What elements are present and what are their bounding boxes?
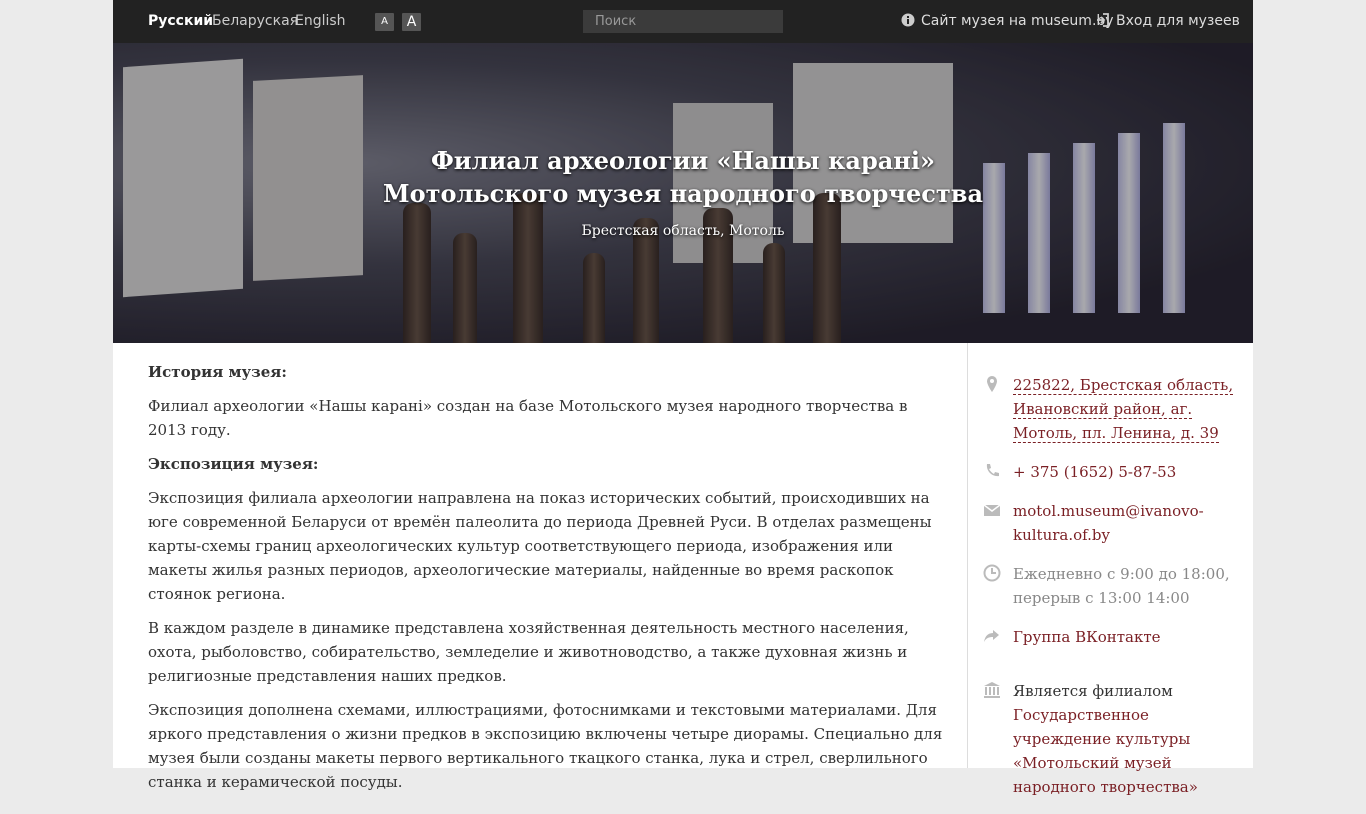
lang-russian[interactable]: Русский <box>148 13 213 29</box>
exposition-heading: Экспозиция музея: <box>148 455 319 473</box>
bank-icon <box>984 682 1000 698</box>
page: Русский Беларуская English A A Сайт музе… <box>113 0 1253 796</box>
sidebar-divider <box>967 343 968 768</box>
info-icon <box>901 13 915 27</box>
branch-label: Является филиалом <box>1013 682 1173 700</box>
museum-description: История музея: Филиал археологии «Нашы к… <box>148 360 948 804</box>
museum-location: Брестская область, Мотоль <box>581 223 785 239</box>
hero-banner: Филиал археологии «Нашы каранi» Мотольск… <box>113 43 1253 343</box>
login-link[interactable]: Вход для музеев <box>1096 13 1240 29</box>
social-item: Группа ВКонтакте <box>984 625 1243 649</box>
museum-site-link-label: Сайт музея на museum.by <box>921 13 1114 29</box>
share-icon <box>984 630 999 642</box>
address-item: 225822, Брестская область, Ивановский ра… <box>987 373 1243 445</box>
exposition-paragraph: Экспозиция дополнена схемами, иллюстраци… <box>148 701 943 791</box>
phone-link[interactable]: + 375 (1652) 5-87-53 <box>1013 463 1176 481</box>
exposition-paragraph: Экспозиция филиала археологии направлена… <box>148 489 932 603</box>
lang-belarusian[interactable]: Беларуская <box>212 13 298 29</box>
branch-item: Является филиалом Государственное учрежд… <box>984 679 1243 799</box>
museum-site-link[interactable]: Сайт музея на museum.by <box>901 13 1114 29</box>
map-marker-icon <box>987 376 997 392</box>
envelope-icon <box>983 504 1001 516</box>
login-icon <box>1097 13 1109 27</box>
hours-item: Ежедневно с 9:00 до 18:00, перерыв с 13:… <box>983 562 1243 610</box>
parent-museum-link[interactable]: Государственное учреждение культуры «Мот… <box>1013 703 1243 799</box>
contact-sidebar: 225822, Брестская область, Ивановский ра… <box>983 373 1243 814</box>
search-input[interactable] <box>583 10 783 33</box>
opening-hours: Ежедневно с 9:00 до 18:00, перерыв с 13:… <box>1013 565 1230 607</box>
address-link[interactable]: 225822, Брестская область, Ивановский ра… <box>1013 376 1234 443</box>
email-link[interactable]: motol.museum@ivanovo-kultura.of.by <box>1013 502 1204 544</box>
font-increase-button[interactable]: A <box>402 13 421 31</box>
font-decrease-button[interactable]: A <box>375 13 394 31</box>
phone-icon <box>986 464 999 477</box>
phone-item: + 375 (1652) 5-87-53 <box>986 460 1243 484</box>
login-link-label: Вход для музеев <box>1116 13 1240 29</box>
exposition-paragraph: В каждом разделе в динамике представлена… <box>148 619 909 685</box>
email-item: motol.museum@ivanovo-kultura.of.by <box>983 499 1243 547</box>
clock-icon <box>983 564 1001 582</box>
page-title: Филиал археологии «Нашы каранi» Мотольск… <box>383 146 983 208</box>
vk-group-link[interactable]: Группа ВКонтакте <box>1013 628 1161 646</box>
lang-english[interactable]: English <box>295 13 346 29</box>
history-heading: История музея: <box>148 363 287 381</box>
history-text: Филиал археологии «Нашы каранi» создан н… <box>148 397 908 439</box>
top-bar: Русский Беларуская English A A Сайт музе… <box>113 0 1253 43</box>
